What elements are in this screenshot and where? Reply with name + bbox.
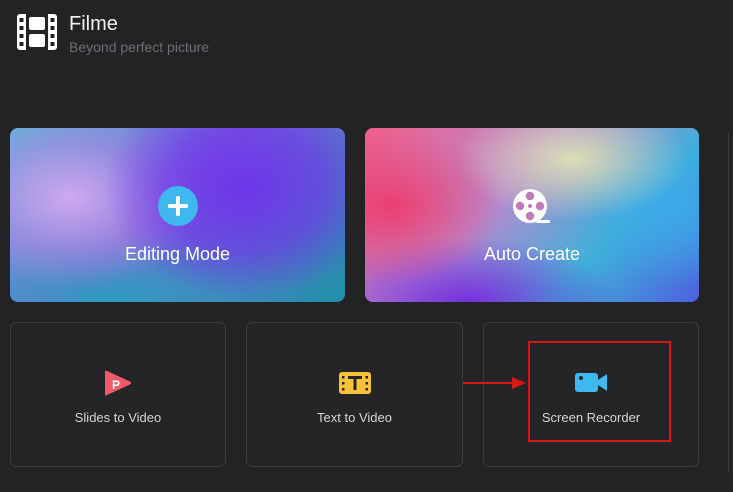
editing-mode-label: Editing Mode <box>124 244 231 264</box>
svg-text:P: P <box>112 378 120 392</box>
auto-create-card[interactable]: Auto Create <box>365 128 699 302</box>
app-title-group: Filme Beyond perfect picture <box>69 12 209 55</box>
slides-to-video-label: Slides to Video <box>74 410 162 425</box>
slides-to-video-card[interactable]: P Slides to Video <box>10 322 226 467</box>
film-strip-icon <box>17 14 57 50</box>
app-subtitle: Beyond perfect picture <box>69 39 210 55</box>
film-reel-icon <box>513 189 550 223</box>
text-to-video-card[interactable]: Text to Video <box>246 322 463 467</box>
screen-recorder-label: Screen Recorder <box>541 410 641 425</box>
auto-create-label: Auto Create <box>483 244 581 264</box>
app-header: Filme Beyond perfect picture <box>16 12 209 55</box>
editing-mode-card[interactable]: Editing Mode <box>10 128 345 302</box>
slides-play-icon: P <box>105 370 131 396</box>
video-camera-icon <box>575 373 607 392</box>
screen-recorder-card[interactable]: Screen Recorder <box>483 322 699 467</box>
scrollbar-track <box>728 132 729 472</box>
app-title: Filme <box>69 13 118 35</box>
text-card-icon <box>338 372 371 394</box>
text-to-video-label: Text to Video <box>317 410 392 425</box>
plus-circle-icon <box>157 186 198 226</box>
